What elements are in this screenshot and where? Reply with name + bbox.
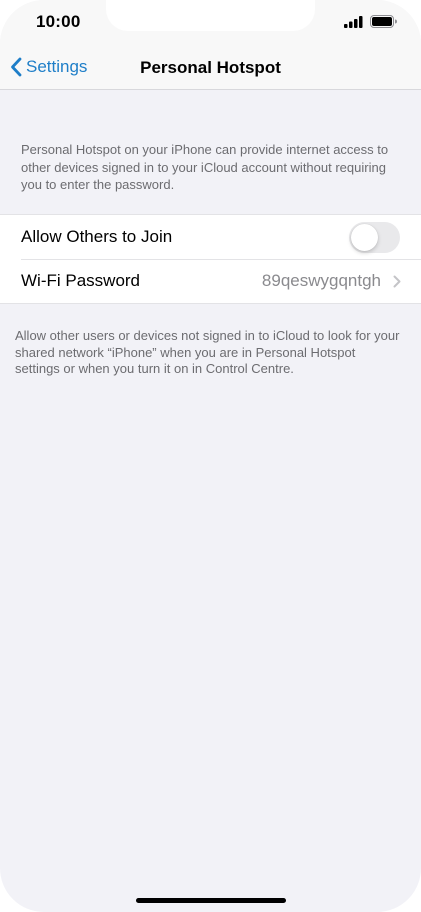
wifi-password-row[interactable]: Wi-Fi Password 89qeswygqntgh: [0, 259, 421, 303]
cellular-signal-icon: [344, 15, 363, 28]
allow-others-label: Allow Others to Join: [21, 227, 173, 246]
navigation-bar: Settings Personal Hotspot: [0, 46, 421, 90]
page-title: Personal Hotspot: [0, 58, 421, 78]
chevron-right-icon: [393, 275, 401, 288]
hotspot-settings-group: Allow Others to Join Wi-Fi Password 89qe…: [0, 214, 421, 304]
home-indicator[interactable]: [136, 898, 286, 903]
status-time: 10:00: [36, 12, 81, 31]
toggle-knob: [351, 223, 378, 251]
page-title-text: Personal Hotspot: [140, 58, 281, 77]
status-bar: 10:00: [0, 0, 421, 46]
allow-others-toggle[interactable]: [349, 221, 400, 253]
status-icons: [344, 15, 397, 28]
battery-icon: [370, 15, 397, 28]
intro-description: Personal Hotspot on your iPhone can prov…: [21, 142, 389, 192]
wifi-password-value: 89qeswygqntgh: [261, 271, 381, 290]
phone-screen: 10:00 Settings Personal Hotspot Personal…: [0, 0, 421, 912]
wifi-password-label: Wi-Fi Password: [21, 271, 141, 290]
footer-description: Allow other users or devices not signed …: [15, 328, 400, 376]
allow-others-row: Allow Others to Join: [0, 215, 421, 259]
notch: [106, 0, 315, 31]
